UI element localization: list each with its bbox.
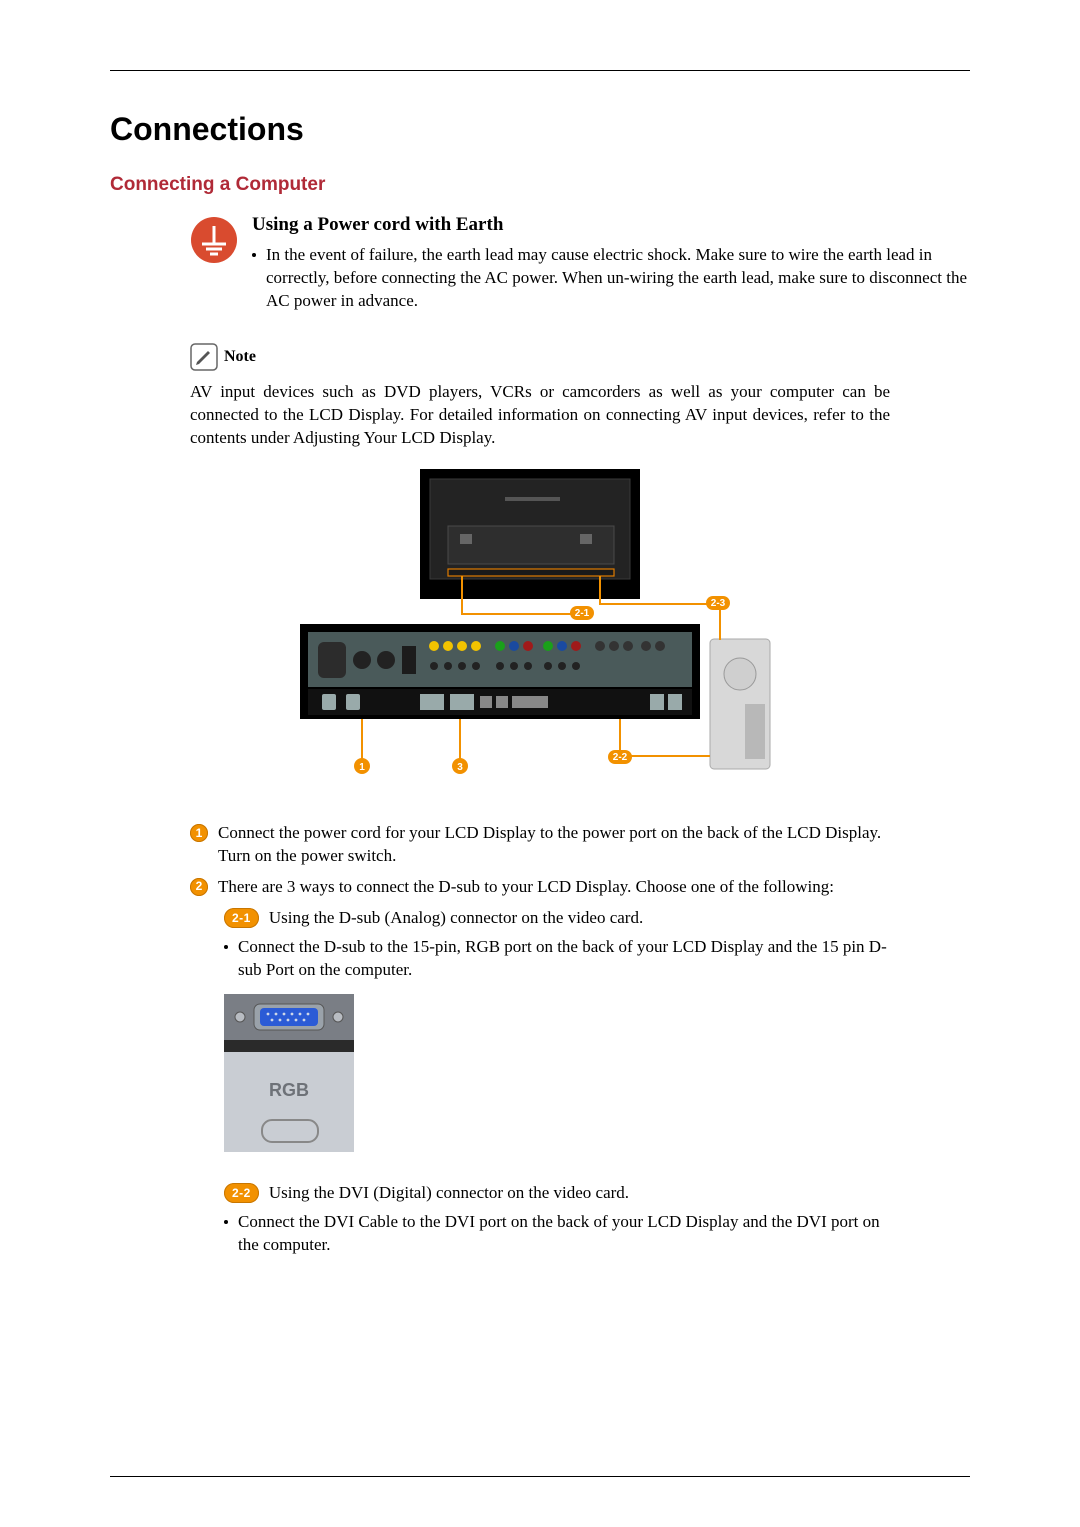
earth-body: In the event of failure, the earth lead … xyxy=(266,244,970,313)
step-2-2-row: 2-2 Using the DVI (Digital) connector on… xyxy=(224,1183,890,1203)
earth-ground-icon xyxy=(190,216,238,264)
note-label: Note xyxy=(224,348,256,366)
svg-text:3: 3 xyxy=(457,762,463,773)
svg-text:2-1: 2-1 xyxy=(575,608,590,619)
page-title: Connections xyxy=(110,111,970,148)
note-pencil-icon xyxy=(190,343,218,371)
step-2-2-bullet-text: Connect the DVI Cable to the DVI port on… xyxy=(238,1211,890,1257)
connection-diagram-wrapper: 2-1 2-3 1 3 2-2 xyxy=(110,464,970,794)
svg-text:2-2: 2-2 xyxy=(613,752,628,763)
step-1-marker: 1 xyxy=(190,824,208,842)
step-1-text: Connect the power cord for your LCD Disp… xyxy=(218,822,890,868)
step-2-2-bullet: Connect the DVI Cable to the DVI port on… xyxy=(224,1211,890,1257)
step-2-marker: 2 xyxy=(190,878,208,896)
earth-warning-text: Using a Power cord with Earth In the eve… xyxy=(252,214,970,313)
note-block: Note xyxy=(190,343,970,371)
step-2-text: There are 3 ways to connect the D-sub to… xyxy=(218,876,890,899)
bullet-icon xyxy=(224,945,228,949)
bullet-icon xyxy=(252,253,256,257)
step-2-1-marker: 2-1 xyxy=(224,908,259,928)
earth-heading: Using a Power cord with Earth xyxy=(252,214,970,236)
bottom-divider xyxy=(110,1476,970,1477)
step-2-1-bullet-text: Connect the D-sub to the 15-pin, RGB por… xyxy=(238,936,890,982)
step-2-2-text: Using the DVI (Digital) connector on the… xyxy=(269,1183,629,1203)
rgb-port-label: RGB xyxy=(269,1080,309,1100)
section-heading: Connecting a Computer xyxy=(110,174,970,196)
svg-text:1: 1 xyxy=(359,762,365,773)
step-1-row: 1 Connect the power cord for your LCD Di… xyxy=(190,822,890,868)
rgb-port-illustration: RGB xyxy=(224,994,354,1154)
step-2-1-bullet: Connect the D-sub to the 15-pin, RGB por… xyxy=(224,936,890,982)
step-2-row: 2 There are 3 ways to connect the D-sub … xyxy=(190,876,890,899)
bullet-icon xyxy=(224,1220,228,1224)
note-body: AV input devices such as DVD players, VC… xyxy=(190,381,890,450)
earth-warning-block: Using a Power cord with Earth In the eve… xyxy=(190,214,970,313)
svg-text:2-3: 2-3 xyxy=(711,598,726,609)
step-2-1-row: 2-1 Using the D-sub (Analog) connector o… xyxy=(224,908,890,928)
connection-diagram: 2-1 2-3 1 3 2-2 xyxy=(300,464,780,794)
step-2-1-text: Using the D-sub (Analog) connector on th… xyxy=(269,908,643,928)
top-divider xyxy=(110,70,970,71)
manual-page: Connections Connecting a Computer Using … xyxy=(0,0,1080,1527)
step-2-2-marker: 2-2 xyxy=(224,1183,259,1203)
